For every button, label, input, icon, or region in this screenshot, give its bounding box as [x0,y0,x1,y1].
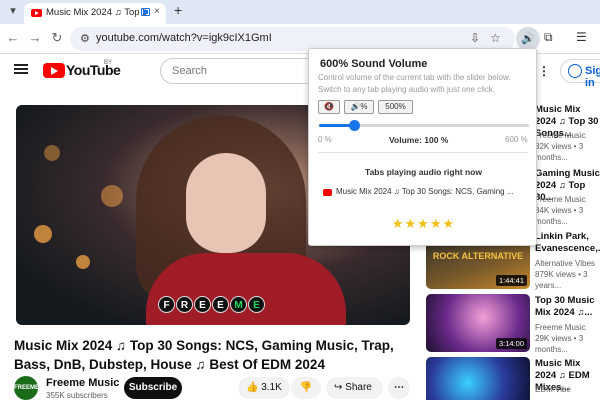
tab-strip: ▾ Music Mix 2024 ♫ Top 30 S × + [0,0,600,24]
media-playing-icon [141,8,150,16]
thumbs-up-icon: 👍 [246,382,259,393]
rec-meta: 32K views • 3 months... [535,142,584,162]
tab-youtube[interactable]: Music Mix 2024 ♫ Top 30 S × [24,3,166,24]
mute-button[interactable]: 🔇 [318,100,340,114]
sign-in-button[interactable]: Sign in [560,59,600,89]
rec-meta: 34K views • 3 months... [535,206,584,226]
rec-title[interactable]: Linkin Park, Evanescence,... [535,231,600,255]
bokeh-light [76,255,90,269]
watermark-letter: E [212,296,229,313]
rec-meta: 29K views • 3 months... [535,334,584,354]
volume-value-label: Volume: 100 % [389,135,449,145]
bokeh-light [34,225,52,243]
tab-close-button[interactable]: × [154,6,160,17]
thumbs-down-icon: 👎 [299,382,313,393]
popup-title: 600% Sound Volume [320,58,428,70]
watermark-letter: E [194,296,211,313]
menu-hamburger-icon[interactable] [14,64,28,74]
watermark-letter: F [158,296,175,313]
subscribe-button[interactable]: Subscribe [124,377,182,399]
video-title: Music Mix 2024 ♫ Top 30 Songs: NCS, Gami… [14,338,394,372]
rec-duration: 1:44:41 [495,275,527,286]
rec-thumb-text: ROCK ALTERNATIVE [432,251,524,261]
url-text[interactable]: youtube.com/watch?v=igk9cIX1GmI [96,32,272,44]
rec-channel[interactable]: EDM Vibe [535,384,600,395]
rec-channel[interactable]: Freeme Music [535,322,600,333]
bookmark-star-icon[interactable]: ☆ [490,31,501,45]
share-icon: ↪ [334,382,343,393]
site-info-icon[interactable]: ⚙ [80,32,90,45]
new-tab-button[interactable]: + [174,2,182,18]
share-label: Share [345,382,372,393]
bokeh-light [101,185,123,207]
bokeh-light [44,145,60,161]
rec-channel[interactable]: Freeme Music [535,194,600,205]
watermark-letter: E [248,296,265,313]
rec-thumbnail[interactable] [426,357,530,400]
youtube-logo-text[interactable]: YouTube [66,62,121,78]
youtube-favicon-icon [31,9,42,17]
channel-avatar[interactable]: FREEME [14,376,39,400]
rec-title[interactable]: Top 30 Music Mix 2024 ♫... [535,295,600,319]
account-icon [568,64,582,78]
audio-tabs-heading: Tabs playing audio right now [365,167,482,177]
volume-slider-handle[interactable] [348,120,360,131]
more-actions-button[interactable]: ⋯ [388,377,410,399]
youtube-logo-icon[interactable] [43,63,65,78]
like-count: 3.1K [261,382,282,393]
character-dress [146,253,346,325]
dislike-button[interactable]: 👎 [291,377,321,399]
back-icon[interactable]: ← [5,30,21,45]
rec-duration: 3:14:00 [495,338,527,349]
subscriber-count: 355K subscribers [46,391,108,400]
share-button[interactable]: ↪ Share [326,377,383,399]
rec-channel[interactable]: Alternative Vibes [535,258,600,269]
watermark-letter: R [176,296,193,313]
settings-more-icon[interactable]: ⋮ [538,64,550,78]
rating-stars[interactable]: ★★★★★ [309,216,538,232]
tab-title: Music Mix 2024 ♫ Top 30 S [46,7,146,18]
rec-channel[interactable]: Freeme Music [535,130,600,141]
watermark-letter: M [230,296,247,313]
rec-meta: 879K views • 3 years... [535,270,588,290]
forward-icon[interactable]: → [27,30,43,45]
sound-volume-popup: 600% Sound Volume Control volume of the … [308,48,537,246]
extensions-puzzle-icon[interactable]: ⧉ [544,30,553,45]
search-input[interactable]: Search [160,58,320,84]
freeme-watermark: FREEME [158,295,266,313]
channel-name[interactable]: Freeme Music [46,377,119,389]
like-button[interactable]: 👍 3.1K [238,377,290,399]
reading-list-icon[interactable]: ☰ [576,30,587,44]
audio-tab-item[interactable]: Music Mix 2024 ♫ Top 30 Songs: NCS, Gami… [336,187,513,196]
volume-min-label: 0 % [318,135,332,144]
popup-description: Control volume of the current tab with t… [318,73,511,94]
reload-icon[interactable]: ↻ [49,30,65,46]
rec-thumbnail[interactable]: 3:14:00 [426,294,530,352]
volume-slider[interactable] [319,120,529,131]
country-code: BY [104,60,113,66]
tab-search-icon[interactable]: ▾ [6,4,20,18]
volume-max-label: 600 % [505,135,528,144]
search-placeholder: Search [172,65,207,77]
sign-in-label: Sign in [585,65,600,89]
install-app-icon[interactable]: ⇩ [470,31,480,45]
divider [318,152,528,153]
preset-500-button[interactable]: 500% [378,100,413,114]
youtube-favicon-icon [323,189,332,196]
character-face [186,153,266,253]
boost-button[interactable]: 🔊% [344,100,374,114]
